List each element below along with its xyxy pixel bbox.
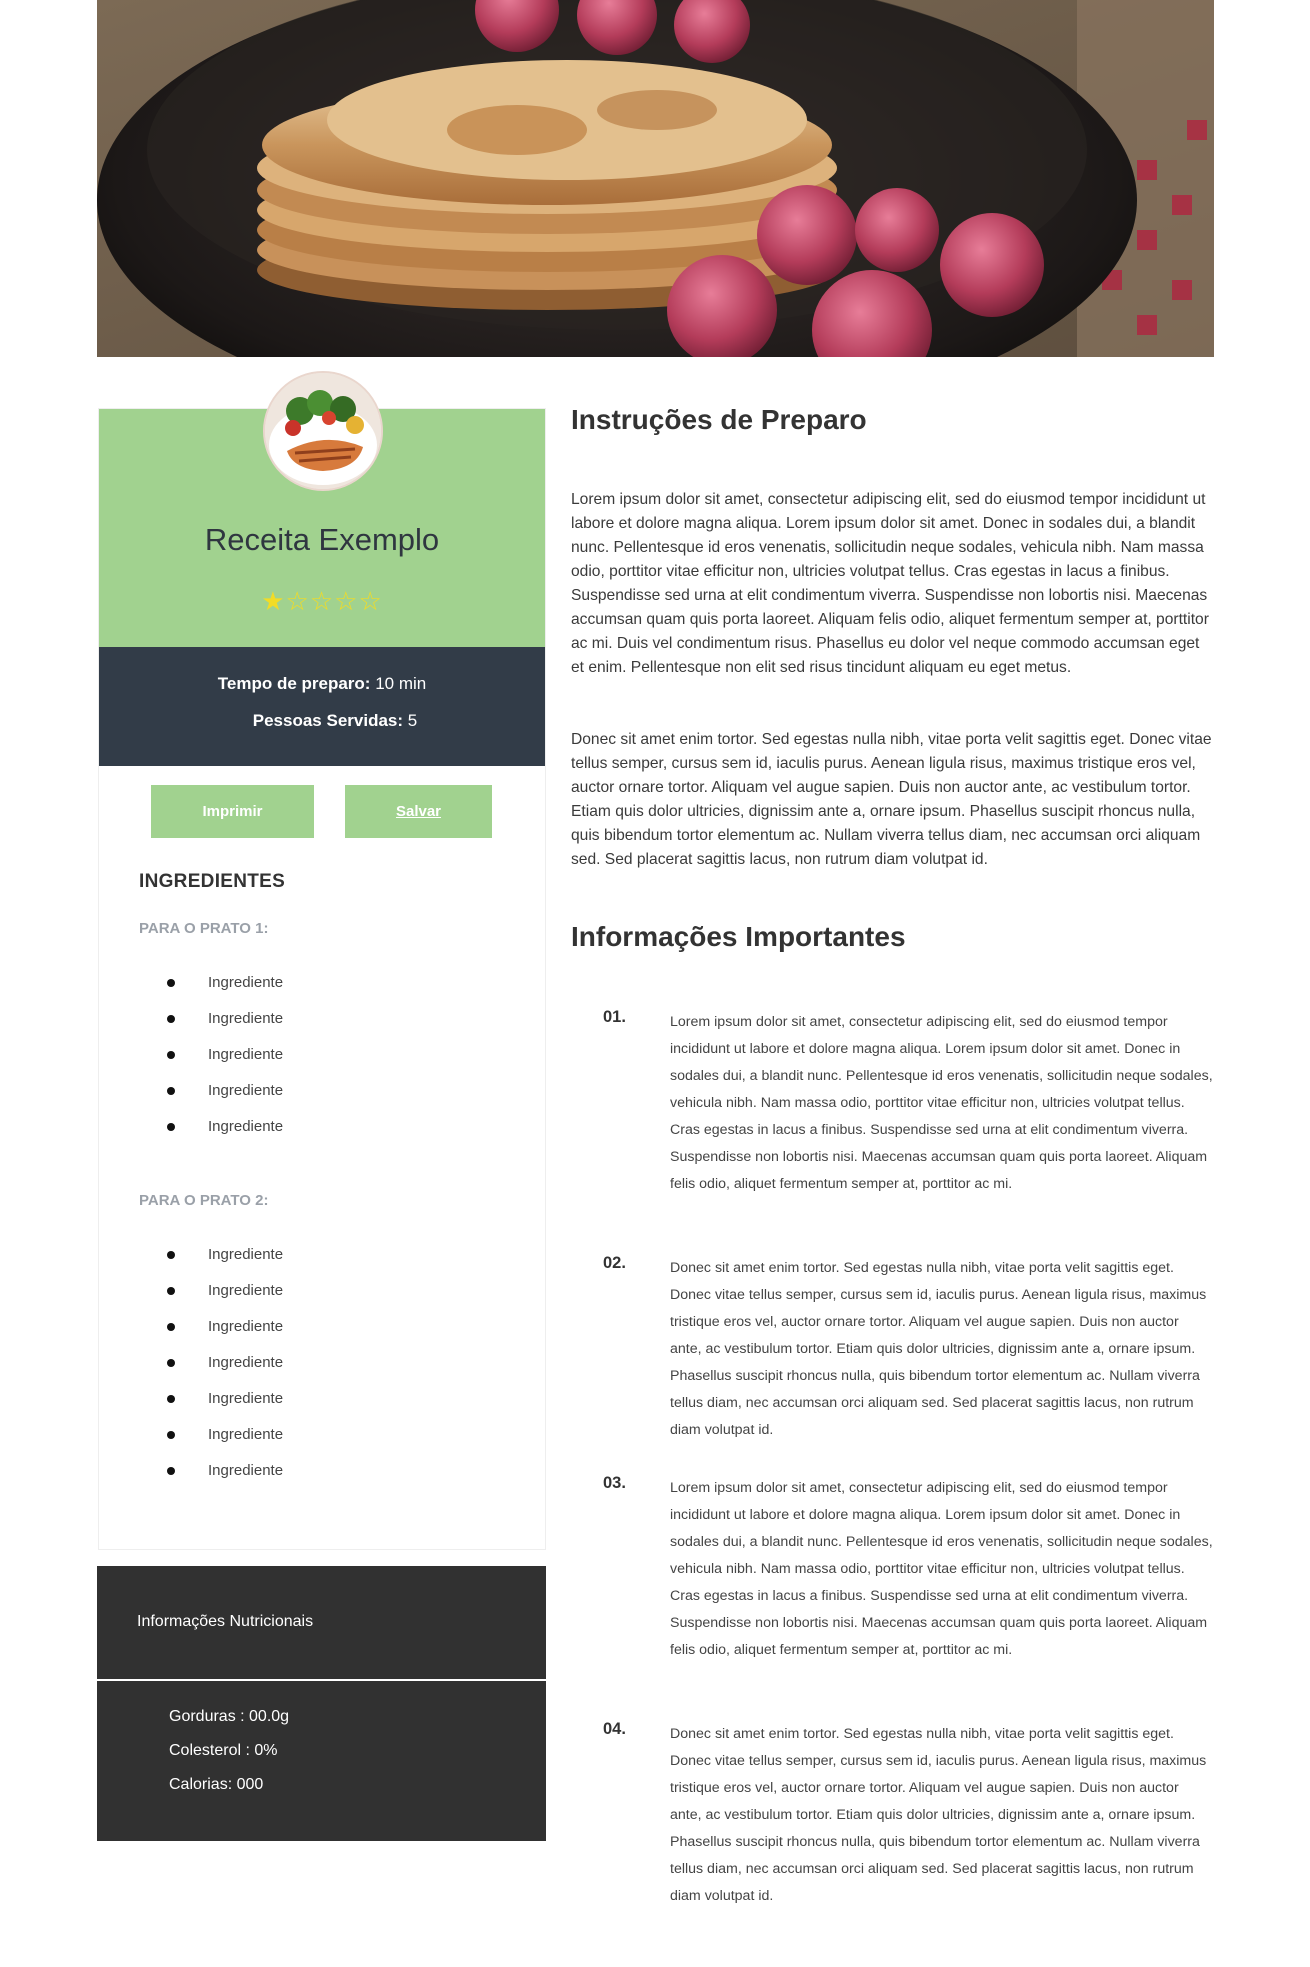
list-item: Ingrediente: [167, 1282, 283, 1318]
list-item: Ingrediente: [167, 1118, 283, 1154]
print-button[interactable]: Imprimir: [151, 785, 314, 838]
ingredient-list: Ingrediente Ingrediente Ingrediente Ingr…: [167, 1246, 283, 1498]
bullet-dot-icon: [167, 1323, 175, 1331]
recipe-header: Receita Exemplo ★☆☆☆☆: [99, 371, 545, 647]
nutrition-panel: Gorduras : 00.0g Colesterol : 0% Caloria…: [97, 1681, 546, 1841]
ingredient-label: Ingrediente: [208, 1426, 284, 1443]
recipe-meta: Tempo de preparo: 10 min Pessoas Servida…: [99, 647, 545, 766]
rating-stars[interactable]: ★☆☆☆☆: [99, 587, 545, 617]
bullet-dot-icon: [167, 1123, 175, 1131]
ingredient-label: Ingrediente: [208, 1046, 284, 1063]
ingredient-label: Ingrediente: [208, 1010, 284, 1027]
avatar: [263, 371, 383, 491]
list-item: Ingrediente: [167, 1010, 283, 1046]
nutrition-item: Colesterol : 0%: [169, 1742, 278, 1759]
nutrition-item: Calorias: 000: [169, 1776, 264, 1793]
ingredient-list: Ingrediente Ingrediente Ingrediente Ingr…: [167, 974, 283, 1154]
prep-time-value: 10 min: [370, 674, 427, 693]
bullet-dot-icon: [167, 1287, 175, 1295]
bullet-dot-icon: [167, 1467, 175, 1475]
instructions-title: Instruções de Preparo: [571, 404, 867, 435]
bullet-dot-icon: [167, 1395, 175, 1403]
ingredient-label: Ingrediente: [208, 974, 284, 991]
list-item: Ingrediente: [167, 1354, 283, 1390]
ingredient-label: Ingrediente: [208, 1462, 284, 1479]
servings-value: 5: [403, 711, 418, 730]
nutrition-item: Gorduras : 00.0g: [169, 1708, 290, 1725]
list-item: Ingrediente: [167, 974, 283, 1010]
bullet-dot-icon: [167, 1431, 175, 1439]
hero-image: [97, 0, 1214, 357]
info-text: Lorem ipsum dolor sit amet, consectetur …: [670, 1480, 1213, 1658]
ingredient-label: Ingrediente: [208, 1246, 284, 1263]
list-item: Ingrediente: [167, 1462, 283, 1498]
info-number: 02.: [603, 1254, 626, 1272]
ingredient-label: Ingrediente: [208, 1282, 284, 1299]
info-text: Donec sit amet enim tortor. Sed egestas …: [670, 1260, 1207, 1438]
prep-time-label: Tempo de preparo:: [217, 674, 371, 693]
list-item: Ingrediente: [167, 1246, 283, 1282]
nutrition-header[interactable]: Informações Nutricionais: [97, 1566, 546, 1679]
bullet-dot-icon: [167, 1359, 175, 1367]
ingredients-heading: INGREDIENTES: [139, 871, 286, 892]
list-item: Ingrediente: [167, 1046, 283, 1082]
servings-label: Pessoas Servidas:: [252, 711, 404, 730]
info-number: 03.: [603, 1474, 626, 1492]
servings: Pessoas Servidas: 5: [99, 711, 545, 731]
list-item: Ingrediente: [167, 1082, 283, 1118]
ingredient-label: Ingrediente: [208, 1118, 284, 1135]
instructions-paragraph: Donec sit amet enim tortor. Sed egestas …: [571, 731, 1212, 868]
save-button[interactable]: Salvar: [345, 785, 492, 838]
recipe-card: Receita Exemplo ★☆☆☆☆ Tempo de preparo: …: [98, 371, 546, 1550]
recipe-title: Receita Exemplo: [204, 522, 440, 557]
ingredient-group-title: PARA O PRATO 2:: [139, 1192, 269, 1209]
bullet-dot-icon: [167, 1015, 175, 1023]
prep-time: Tempo de preparo: 10 min: [99, 674, 545, 694]
info-number: 04.: [603, 1720, 626, 1738]
bullet-dot-icon: [167, 1051, 175, 1059]
info-number: 01.: [603, 1008, 626, 1026]
pancakes-raspberries-photo: [97, 0, 1214, 357]
ingredient-label: Ingrediente: [208, 1318, 284, 1335]
bullet-dot-icon: [167, 1087, 175, 1095]
info-text: Lorem ipsum dolor sit amet, consectetur …: [670, 1014, 1213, 1192]
ingredient-group-title: PARA O PRATO 1:: [139, 920, 269, 937]
instructions-paragraph: Lorem ipsum dolor sit amet, consectetur …: [571, 491, 1209, 676]
nutrition-title: Informações Nutricionais: [137, 1613, 314, 1630]
bullet-dot-icon: [167, 1251, 175, 1259]
salmon-salad-dish-photo: [265, 373, 381, 489]
list-item: Ingrediente: [167, 1390, 283, 1426]
list-item: Ingrediente: [167, 1318, 283, 1354]
info-text: Donec sit amet enim tortor. Sed egestas …: [670, 1726, 1207, 1904]
bullet-dot-icon: [167, 979, 175, 987]
ingredient-label: Ingrediente: [208, 1082, 284, 1099]
ingredient-label: Ingrediente: [208, 1390, 284, 1407]
ingredient-label: Ingrediente: [208, 1354, 284, 1371]
important-info-title: Informações Importantes: [571, 921, 906, 952]
list-item: Ingrediente: [167, 1426, 283, 1462]
